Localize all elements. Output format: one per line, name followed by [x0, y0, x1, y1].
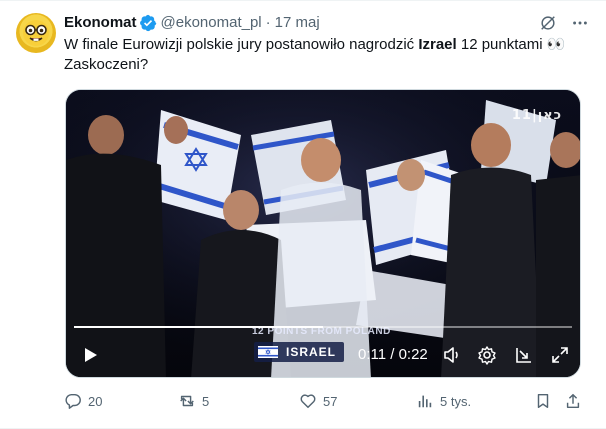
repost-count: 5 [202, 393, 210, 409]
display-name[interactable]: Ekonomat [64, 13, 137, 33]
handle[interactable]: @ekonomat_pl [161, 13, 262, 33]
channel-logo: 11|כאן [511, 108, 562, 123]
tweet-text: W finale Eurowizji polskie jury postanow… [64, 35, 584, 75]
share-button[interactable] [564, 391, 582, 411]
views-button[interactable]: 5 tys. [416, 391, 471, 411]
tweet-text-part1: W finale Eurowizji polskie jury postanow… [64, 36, 419, 53]
avatar[interactable] [16, 13, 56, 53]
grok-icon[interactable] [538, 13, 558, 33]
tweet-actions: 20 5 57 5 tys. [64, 391, 584, 411]
like-count: 57 [323, 393, 338, 409]
repost-button[interactable]: 5 [178, 391, 209, 411]
bookmark-icon [537, 393, 549, 409]
repost-icon [180, 395, 194, 407]
views-chart-icon [418, 395, 432, 408]
bookmark-button[interactable] [534, 391, 552, 411]
video-player[interactable]: 11|כאן 12 POINTS FROM POLAND ISRAEL 0:11… [65, 89, 581, 378]
video-progress-bar[interactable] [74, 326, 572, 328]
verified-badge-icon [139, 14, 156, 32]
eyes-emoji: 👀 [546, 36, 566, 53]
video-progress-fill [74, 326, 323, 328]
play-icon[interactable] [80, 345, 100, 365]
reply-icon [65, 393, 81, 409]
more-options-icon[interactable] [570, 13, 590, 33]
settings-gear-icon[interactable] [477, 345, 497, 365]
nerd-face-icon [23, 20, 49, 46]
view-count: 5 tys. [440, 393, 472, 409]
pop-out-icon[interactable] [514, 345, 534, 365]
fullscreen-icon[interactable] [550, 345, 570, 365]
video-time: 0:11 / 0:22 [358, 346, 428, 363]
share-icon [566, 393, 580, 409]
heart-icon [300, 394, 316, 409]
tweet-text-part2: 12 punktami [456, 36, 547, 53]
tweet-text-line2: Zaskoczeni? [64, 56, 149, 73]
header-actions [538, 13, 590, 33]
reply-button[interactable]: 20 [64, 391, 102, 411]
separator-dot: · [265, 14, 271, 31]
volume-icon[interactable] [442, 345, 462, 365]
video-controls: 0:11 / 0:22 [66, 343, 580, 367]
tweet[interactable]: Ekonomat @ekonomat_pl · 17 maj W finale … [0, 0, 606, 429]
tweet-text-bold: Izrael [418, 36, 457, 53]
like-button[interactable]: 57 [299, 391, 337, 411]
post-date[interactable]: 17 maj [275, 13, 320, 33]
reply-count: 20 [88, 393, 103, 409]
tweet-header: Ekonomat @ekonomat_pl · 17 maj [64, 13, 590, 33]
